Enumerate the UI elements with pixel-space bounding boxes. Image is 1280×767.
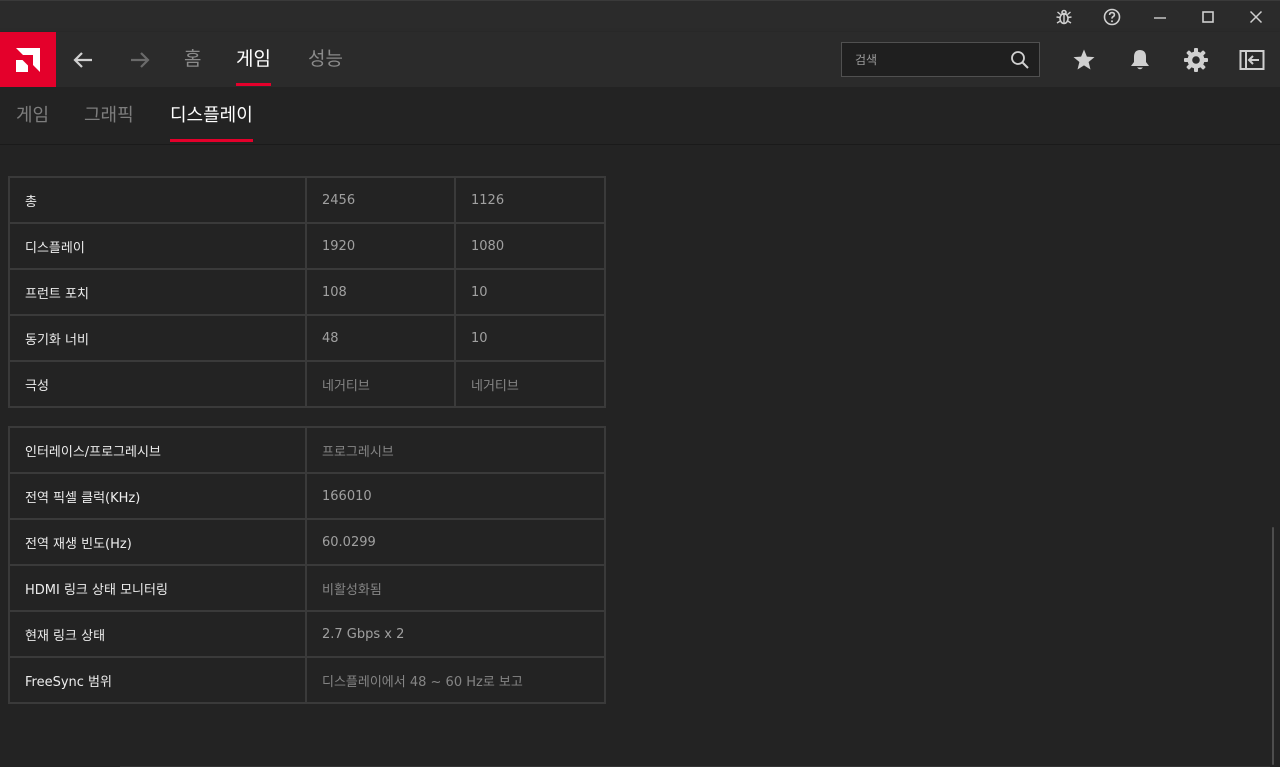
table-row: 총 2456 1126 [8, 176, 606, 224]
search-input[interactable] [842, 43, 1002, 76]
horizontal-value: 1920 [305, 222, 456, 270]
notifications-button[interactable] [1126, 46, 1154, 74]
row-label: FreeSync 범위 [8, 656, 307, 704]
title-bar [0, 0, 1280, 32]
horizontal-value: 108 [305, 268, 456, 316]
vertical-value: 10 [454, 268, 606, 316]
sub-tab-graphics[interactable]: 그래픽 [84, 87, 134, 144]
close-button[interactable] [1233, 1, 1279, 33]
sub-tab-games[interactable]: 게임 [16, 87, 49, 144]
row-value: 2.7 Gbps x 2 [305, 610, 606, 658]
display-details-panel: 총 2456 1126 디스플레이 1920 1080 프런트 포치 108 1… [0, 145, 1280, 767]
row-label: 현재 링크 상태 [8, 610, 307, 658]
close-icon [1249, 10, 1263, 24]
table-row: FreeSync 범위 디스플레이에서 48 ~ 60 Hz로 보고 [8, 656, 606, 704]
table-row: 전역 재생 빈도(Hz) 60.0299 [8, 518, 606, 566]
row-label: 디스플레이 [8, 222, 307, 270]
row-label: 프런트 포치 [8, 268, 307, 316]
timing-table: 총 2456 1126 디스플레이 1920 1080 프런트 포치 108 1… [8, 176, 606, 408]
table-row: 현재 링크 상태 2.7 Gbps x 2 [8, 610, 606, 658]
row-value: 디스플레이에서 48 ~ 60 Hz로 보고 [305, 656, 606, 704]
table-row: HDMI 링크 상태 모니터링 비활성화됨 [8, 564, 606, 612]
maximize-icon [1202, 11, 1214, 23]
row-label: HDMI 링크 상태 모니터링 [8, 564, 307, 612]
amd-logo-icon [16, 47, 40, 72]
display-info-table: 인터레이스/프로그레시브 프로그레시브 전역 픽셀 클럭(KHz) 166010… [8, 426, 606, 704]
row-label: 총 [8, 176, 307, 224]
main-navigation-bar: 홈 게임 성능 [0, 32, 1280, 87]
sidebar-toggle-button[interactable] [1238, 46, 1266, 74]
row-value: 비활성화됨 [305, 564, 606, 612]
table-row: 인터레이스/프로그레시브 프로그레시브 [8, 426, 606, 474]
vertical-value: 1080 [454, 222, 606, 270]
search-icon[interactable] [1010, 50, 1030, 70]
gear-icon [1184, 48, 1208, 72]
table-row: 동기화 너비 48 10 [8, 314, 606, 362]
vertical-scrollbar[interactable] [1272, 527, 1274, 765]
bug-icon [1056, 9, 1072, 25]
minimize-icon [1154, 17, 1166, 19]
minimize-button[interactable] [1137, 1, 1183, 33]
bug-report-button[interactable] [1041, 1, 1087, 33]
favorites-button[interactable] [1070, 46, 1098, 74]
amd-logo[interactable] [0, 32, 56, 87]
back-arrow-icon [73, 52, 92, 68]
row-label: 전역 픽셀 클럭(KHz) [8, 472, 307, 520]
table-row: 전역 픽셀 클럭(KHz) 166010 [8, 472, 606, 520]
horizontal-value: 48 [305, 314, 456, 362]
row-value: 60.0299 [305, 518, 606, 566]
search-box[interactable] [841, 42, 1040, 77]
forward-arrow-icon [131, 52, 150, 68]
nav-tab-home[interactable]: 홈 [184, 32, 201, 87]
row-label: 인터레이스/프로그레시브 [8, 426, 307, 474]
row-value: 프로그레시브 [305, 426, 606, 474]
help-icon [1103, 8, 1121, 26]
sub-tab-display[interactable]: 디스플레이 [170, 87, 253, 144]
horizontal-value: 네거티브 [305, 360, 456, 408]
sidebar-toggle-icon [1239, 50, 1265, 70]
vertical-value: 네거티브 [454, 360, 606, 408]
row-label: 동기화 너비 [8, 314, 307, 362]
nav-tab-gaming[interactable]: 게임 [236, 32, 271, 87]
row-label: 극성 [8, 360, 307, 408]
star-icon [1073, 49, 1095, 70]
nav-tab-performance[interactable]: 성능 [308, 32, 343, 87]
sub-navigation-bar: 게임 그래픽 디스플레이 [0, 87, 1280, 145]
bell-icon [1131, 50, 1149, 70]
vertical-value: 1126 [454, 176, 606, 224]
table-row: 프런트 포치 108 10 [8, 268, 606, 316]
vertical-value: 10 [454, 314, 606, 362]
horizontal-value: 2456 [305, 176, 456, 224]
row-value: 166010 [305, 472, 606, 520]
row-label: 전역 재생 빈도(Hz) [8, 518, 307, 566]
table-row: 디스플레이 1920 1080 [8, 222, 606, 270]
maximize-button[interactable] [1185, 1, 1231, 33]
back-button[interactable] [67, 44, 99, 76]
help-button[interactable] [1089, 1, 1135, 33]
table-row: 극성 네거티브 네거티브 [8, 360, 606, 408]
forward-button[interactable] [124, 44, 156, 76]
settings-button[interactable] [1182, 46, 1210, 74]
